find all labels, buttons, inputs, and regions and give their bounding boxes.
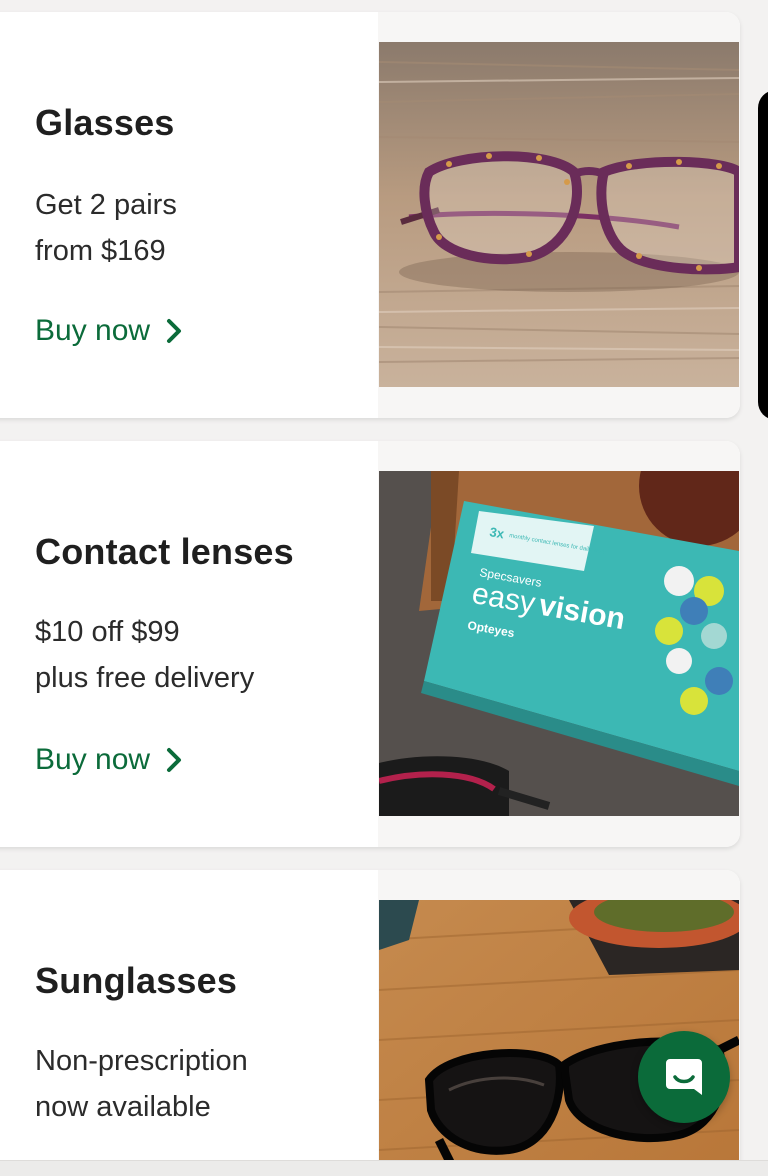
description-line-1: $10 off $99 — [35, 616, 180, 648]
card-title: Glasses — [35, 102, 175, 143]
card-title: Sunglasses — [35, 960, 238, 1001]
next-card-edge — [758, 90, 768, 420]
offer-card-sunglasses[interactable]: Sunglasses Non-prescription now availabl… — [0, 870, 740, 1176]
chat-button[interactable] — [638, 1031, 730, 1123]
card-title: Contact lenses — [35, 531, 294, 572]
offers-page: Glasses Get 2 pairs from $169 Buy now 3x… — [0, 0, 768, 1176]
description-line-2: now available — [35, 1091, 211, 1123]
buy-now-label: Buy now — [35, 743, 151, 776]
chevron-right-icon — [167, 748, 182, 772]
description-line-2: plus free delivery — [35, 662, 255, 694]
buy-now-contact-lenses-link[interactable]: Buy now — [35, 743, 184, 777]
glasses-photo — [379, 42, 739, 387]
buy-now-label: Buy now — [35, 314, 151, 347]
bottom-bar — [0, 1160, 768, 1176]
contact-lens-photo: 3x monthly contact lenses for daily wear… — [379, 471, 739, 816]
description-line-2: from $169 — [35, 235, 166, 267]
description-line-1: Non-prescription — [35, 1045, 248, 1077]
chevron-right-icon — [167, 319, 182, 343]
chat-bubble-icon — [666, 1059, 702, 1095]
offer-card-glasses[interactable]: Glasses Get 2 pairs from $169 Buy now — [0, 12, 740, 418]
offer-card-contact-lenses[interactable]: 3x monthly contact lenses for daily wear… — [0, 441, 740, 847]
card-description: $10 off $99 plus free delivery — [35, 609, 254, 701]
card-description: Non-prescription now available — [35, 1038, 248, 1130]
card-description: Get 2 pairs from $169 — [35, 182, 177, 274]
description-line-1: Get 2 pairs — [35, 189, 177, 221]
buy-now-glasses-link[interactable]: Buy now — [35, 314, 184, 348]
